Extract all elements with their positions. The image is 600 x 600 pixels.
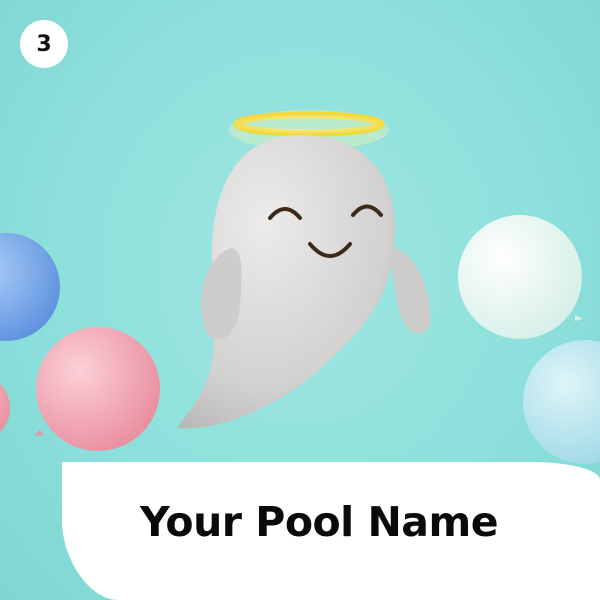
pool-name-title: Your Pool Name — [140, 498, 499, 546]
ghost-character — [178, 135, 431, 429]
hero-image: 3 Your Pool Name — [0, 0, 600, 600]
step-number-badge: 3 — [20, 20, 68, 68]
step-number: 3 — [36, 31, 52, 57]
balloon-white — [458, 215, 583, 339]
balloon-light-blue — [523, 340, 600, 464]
balloon-pink — [34, 327, 160, 451]
balloon-pink-edge — [0, 383, 10, 433]
balloon-blue — [0, 233, 60, 341]
